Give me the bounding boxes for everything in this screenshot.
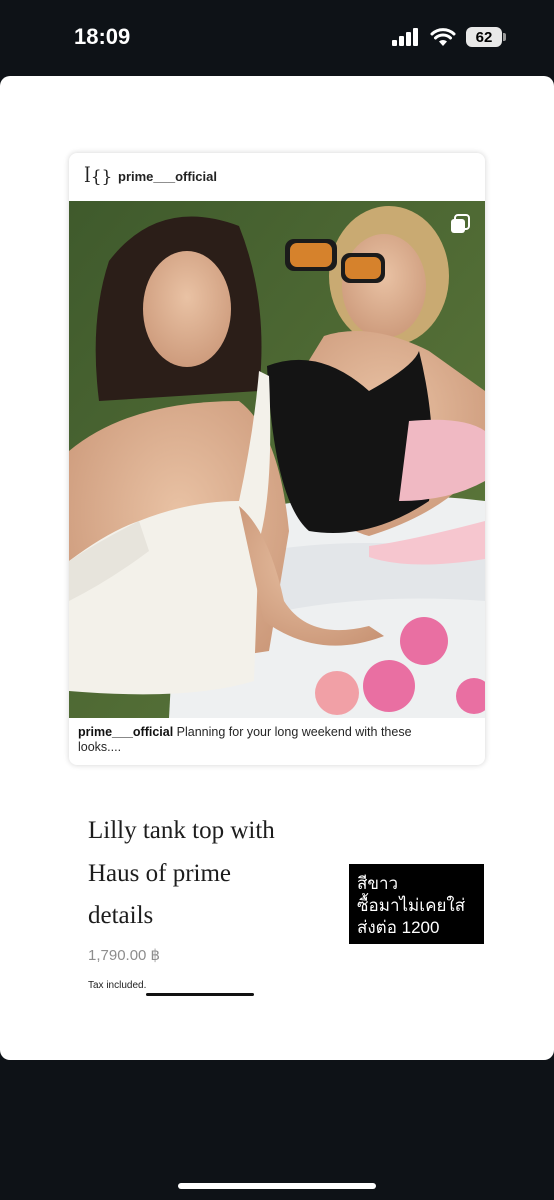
note-line: ส่งต่อ 1200 <box>357 918 440 937</box>
product-price: 1,790.00 ฿ <box>88 947 161 964</box>
battery-level: 62 <box>466 27 502 47</box>
post-header: ꟾ{} prime___official <box>69 153 485 201</box>
wifi-icon <box>430 27 456 46</box>
tax-note: Tax included. <box>88 980 147 991</box>
screenshot-sheet: ꟾ{} prime___official prime___official Pl… <box>0 76 554 1060</box>
sale-note-overlay: สีขาว ซื้อมาไม่เคยใส่ ส่งต่อ 1200 <box>349 864 484 944</box>
note-line: ซื้อมาไม่เคยใส่ <box>357 896 466 915</box>
status-bar: 18:09 62 <box>0 0 554 76</box>
cellular-signal-icon <box>392 28 418 46</box>
post-caption: prime___official Planning for your long … <box>78 725 438 755</box>
post-username[interactable]: prime___official <box>118 169 217 184</box>
product-title-line: details <box>88 902 154 929</box>
battery-icon: 62 <box>466 27 506 47</box>
product-title-line: Lilly tank top with <box>88 817 275 844</box>
product-title: Lilly tank top with Haus of prime detail… <box>88 810 328 938</box>
brand-logo-icon: ꟾ{} <box>84 167 113 187</box>
note-line: สีขาว <box>357 874 399 893</box>
instagram-post-card[interactable]: ꟾ{} prime___official prime___official Pl… <box>69 153 485 765</box>
caption-username[interactable]: prime___official <box>78 725 173 739</box>
product-title-line: Haus of prime <box>88 859 232 887</box>
home-indicator[interactable] <box>178 1183 376 1189</box>
battery-tip <box>503 33 506 41</box>
scroll-indicator <box>146 993 254 996</box>
status-icons: 62 <box>392 27 506 47</box>
status-time: 18:09 <box>74 24 131 49</box>
post-photo[interactable] <box>69 201 485 718</box>
